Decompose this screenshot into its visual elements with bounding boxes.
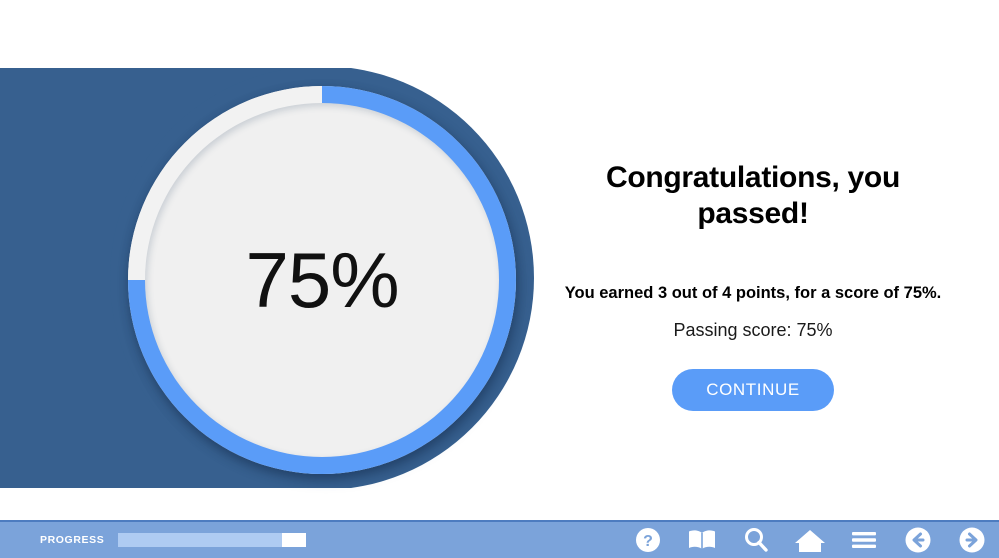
search-icon[interactable] [729, 522, 783, 558]
forward-arrow-icon[interactable] [945, 522, 999, 558]
progress-group: PROGRESS [40, 533, 307, 547]
svg-text:?: ? [643, 533, 653, 550]
gauge-percent-label: 75% [245, 235, 399, 324]
result-content: Congratulations, you passed! You earned … [556, 160, 950, 411]
nav-icon-group: ? [621, 522, 999, 558]
passing-score: Passing score: 75% [673, 320, 833, 340]
menu-icon[interactable] [837, 522, 891, 558]
score-gauge: 75% [128, 86, 520, 480]
quiz-results-screen: 75% Congratulations, you passed! You ear… [0, 0, 999, 558]
glossary-book-icon[interactable] [675, 522, 729, 558]
page-title: Congratulations, you passed! [605, 161, 900, 230]
home-icon[interactable] [783, 522, 837, 558]
back-arrow-icon[interactable] [891, 522, 945, 558]
progress-bar[interactable] [118, 533, 307, 547]
score-summary: You earned 3 out of 4 points, for a scor… [564, 284, 942, 302]
bottom-bar: PROGRESS ? [0, 520, 999, 558]
progress-bar-fill [118, 533, 282, 547]
continue-button[interactable]: CONTINUE [672, 369, 834, 411]
help-icon[interactable]: ? [621, 522, 675, 558]
progress-label: PROGRESS [40, 534, 105, 546]
